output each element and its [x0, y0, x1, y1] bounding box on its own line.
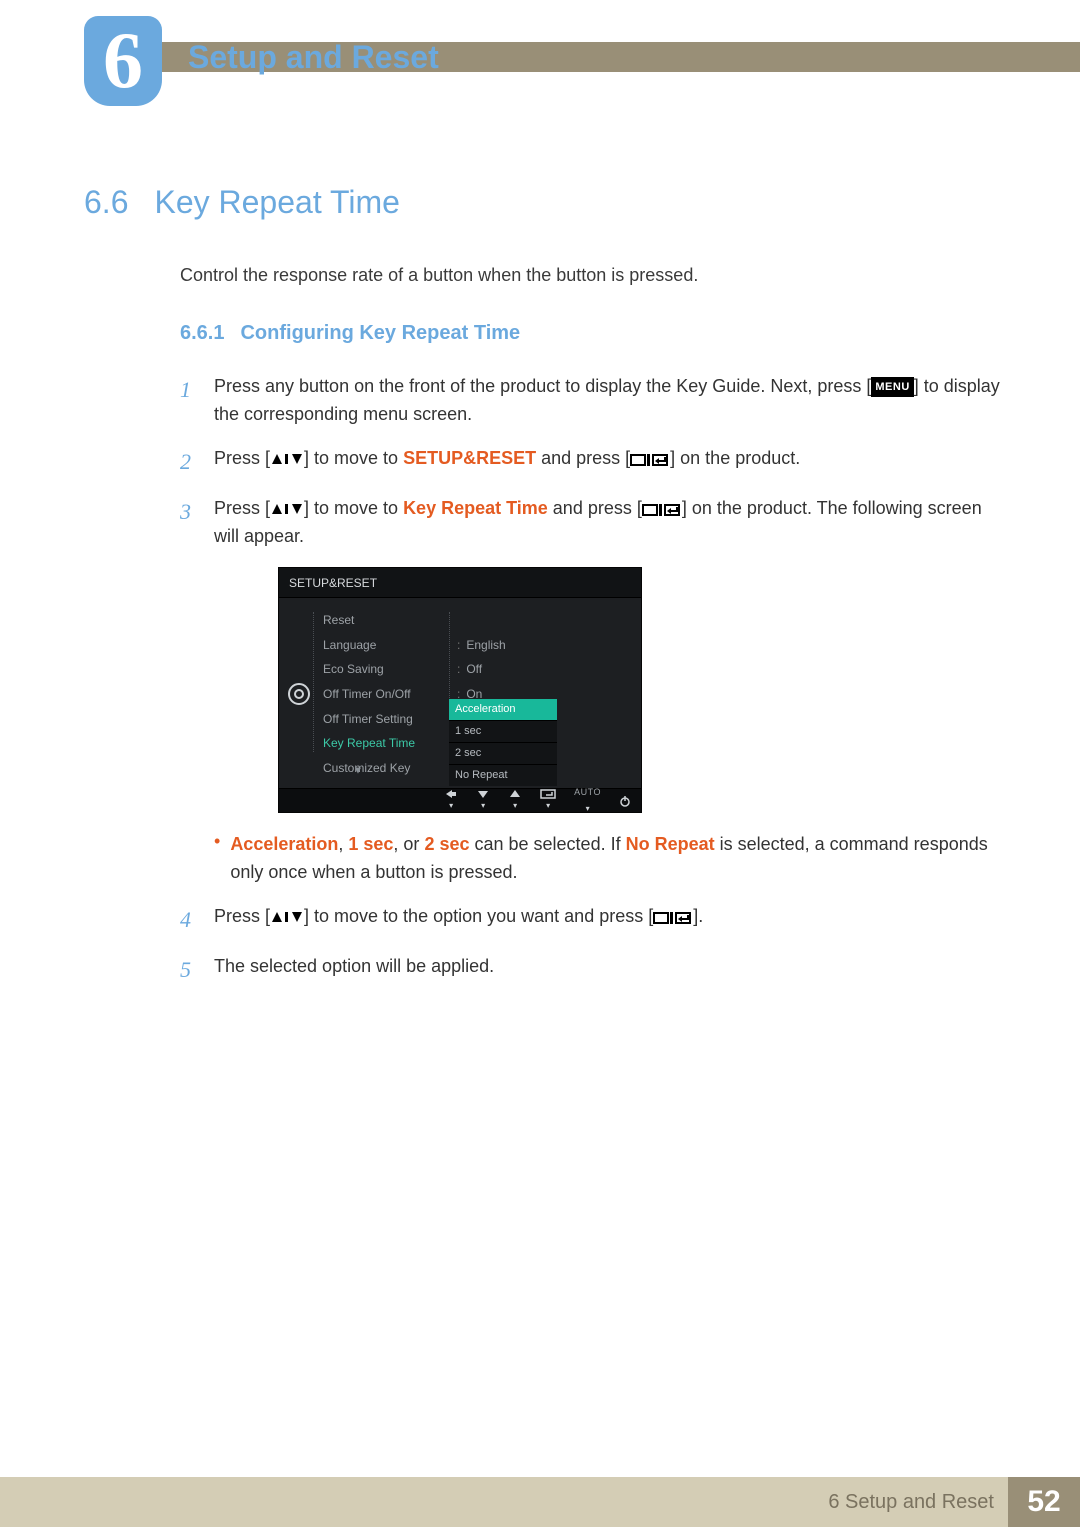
section-title: Key Repeat Time — [154, 184, 399, 221]
key-repeat-time-label: Key Repeat Time — [403, 498, 548, 518]
chapter-title: Setup and Reset — [188, 42, 439, 72]
down-icon: ▾ — [476, 789, 490, 812]
osd-dropdown-item: 1 sec — [449, 720, 557, 742]
osd-dropdown-item: No Repeat — [449, 764, 557, 786]
up-down-icon — [270, 502, 304, 516]
step-3: 3 Press [] to move to Key Repeat Time an… — [180, 495, 1000, 887]
chapter-badge: 6 — [84, 16, 162, 106]
step-number: 5 — [180, 953, 200, 987]
osd-menu-item: Key Repeat Time — [321, 731, 447, 756]
step-5: 5 The selected option will be applied. — [180, 953, 1000, 987]
auto-label: AUTO▾ — [574, 786, 601, 815]
osd-bottom-bar: ▾ ▾ ▾ ▾ AUTO▾ — [279, 788, 641, 812]
up-down-icon — [270, 452, 304, 466]
footer: 6 Setup and Reset 52 — [0, 1477, 1080, 1527]
step-body: Press [] to move to SETUP&RESET and pres… — [214, 445, 1000, 479]
subsection-number: 6.6.1 — [180, 322, 224, 345]
source-enter-icon — [653, 910, 693, 926]
step-4: 4 Press [] to move to the option you wan… — [180, 903, 1000, 937]
section-heading: 6.6 Key Repeat Time — [84, 184, 1000, 221]
step-body: Press [] to move to Key Repeat Time and … — [214, 495, 1000, 887]
osd-dropdown: Acceleration1 sec2 secNo Repeat — [449, 699, 557, 786]
chapter-number: 6 — [103, 21, 143, 101]
gear-icon — [288, 683, 310, 705]
bullet-icon: • — [214, 831, 220, 887]
osd-menu-item: Off Timer On/Off — [321, 682, 447, 707]
setup-reset-label: SETUP&RESET — [403, 448, 536, 468]
step-1: 1 Press any button on the front of the p… — [180, 373, 1000, 429]
back-icon: ▾ — [444, 789, 458, 812]
osd-menu-item: Off Timer Setting — [321, 707, 447, 732]
steps-list: 1 Press any button on the front of the p… — [180, 373, 1000, 987]
step-number: 2 — [180, 445, 200, 479]
osd-menu-item: Language — [321, 633, 447, 658]
section-number: 6.6 — [84, 184, 128, 221]
source-enter-icon — [642, 502, 682, 518]
footer-label: 6 Setup and Reset — [814, 1477, 1008, 1527]
osd-title: SETUP&RESET — [279, 568, 641, 599]
enter-icon: ▾ — [540, 789, 556, 812]
subsection-heading: 6.6.1 Configuring Key Repeat Time — [180, 322, 1000, 345]
step-2: 2 Press [] to move to SETUP&RESET and pr… — [180, 445, 1000, 479]
up-down-icon — [270, 910, 304, 924]
osd-menu-item: Reset — [321, 608, 447, 633]
subsection-title: Configuring Key Repeat Time — [240, 322, 520, 345]
osd-values: :English :Off :On : Acceleration1 sec2 s… — [447, 604, 641, 784]
osd-menu-item: Customized Key — [321, 756, 447, 781]
osd-menu-item: Eco Saving — [321, 657, 447, 682]
up-icon: ▾ — [508, 789, 522, 812]
osd-dropdown-item: 2 sec — [449, 742, 557, 764]
bullet-text: Acceleration, 1 sec, or 2 sec can be sel… — [230, 831, 1000, 887]
step-body: Press any button on the front of the pro… — [214, 373, 1000, 429]
section-intro: Control the response rate of a button wh… — [180, 265, 1000, 286]
step-body: The selected option will be applied. — [214, 953, 1000, 987]
step-body: Press [] to move to the option you want … — [214, 903, 1000, 937]
step-3-bullet: • Acceleration, 1 sec, or 2 sec can be s… — [214, 831, 1000, 887]
step-number: 4 — [180, 903, 200, 937]
osd-screenshot: SETUP&RESET ResetLanguageEco SavingOff T… — [278, 567, 1000, 814]
step-number: 3 — [180, 495, 200, 887]
osd-dropdown-item: Acceleration — [449, 699, 557, 720]
content: 6.6 Key Repeat Time Control the response… — [84, 184, 1000, 1003]
source-enter-icon — [630, 452, 670, 468]
chevron-down-icon: ▴ — [355, 762, 361, 781]
footer-page: 52 — [1008, 1477, 1080, 1527]
osd-menu: ResetLanguageEco SavingOff Timer On/OffO… — [315, 604, 447, 784]
step-number: 1 — [180, 373, 200, 429]
menu-badge: MENU — [871, 377, 913, 397]
power-icon — [619, 795, 631, 807]
